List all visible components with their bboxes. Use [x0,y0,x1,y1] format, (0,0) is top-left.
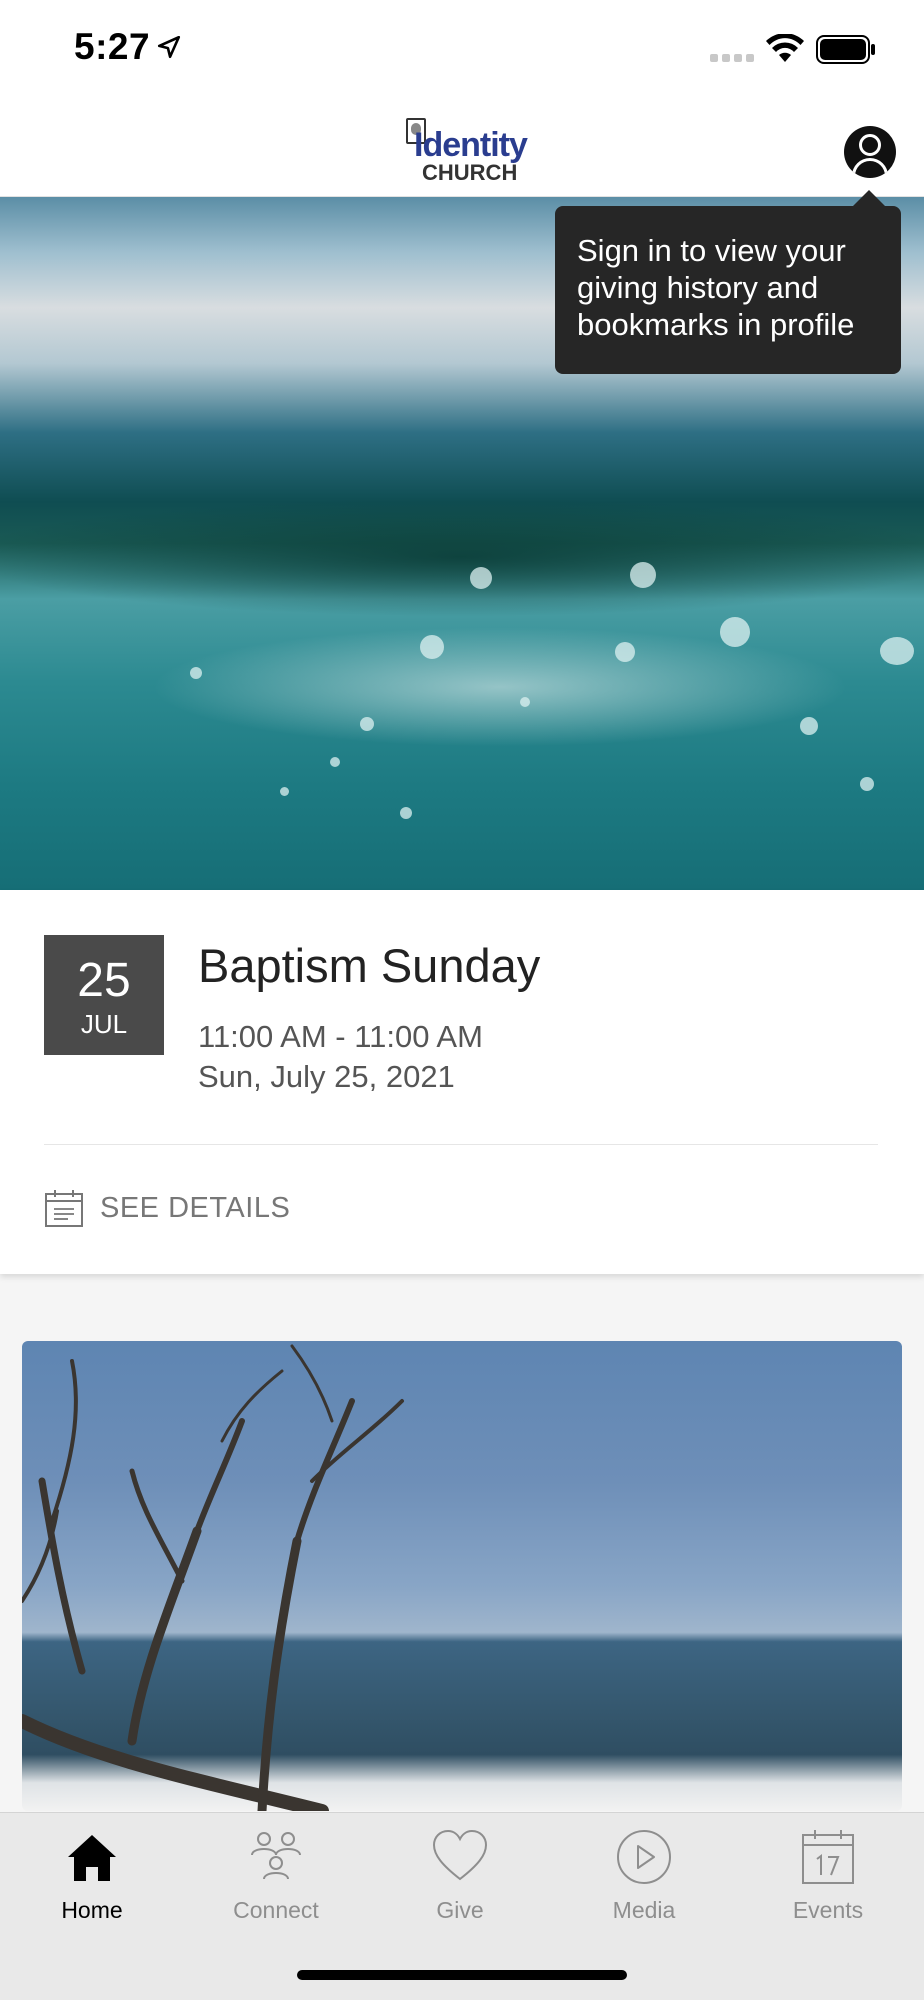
tab-events[interactable]: Events [736,1813,920,1943]
app-header: Identity CHURCH [0,100,924,197]
home-icon [68,1835,116,1881]
event-date: Sun, July 25, 2021 [198,1059,455,1094]
church-logo: Identity CHURCH [402,108,528,188]
heart-icon [432,1829,488,1881]
profile-button[interactable] [844,126,896,178]
event-day: 25 [77,954,131,1007]
tab-media-label: Media [612,1897,676,1923]
see-details-label: SEE DETAILS [100,1191,291,1224]
beach-tree-image-card[interactable] [22,1341,902,1811]
divider [44,1144,878,1145]
tab-give-label: Give [436,1897,484,1923]
tab-connect[interactable]: Connect [184,1813,368,1943]
home-indicator [297,1970,627,1980]
tab-give[interactable]: Give [368,1813,552,1943]
play-icon [617,1830,671,1884]
event-title: Baptism Sunday [198,939,541,992]
tab-connect-label: Connect [233,1897,319,1923]
location-arrow-icon [157,35,181,59]
event-month: JUL [80,1009,128,1039]
date-badge: 25 JUL [44,935,164,1055]
tab-media[interactable]: Media [552,1813,736,1943]
calendar-icon [802,1830,854,1884]
driftwood-tree-illustration [22,1344,404,1811]
wifi-icon [766,34,804,62]
see-details-button[interactable]: SEE DETAILS [44,1186,290,1230]
tab-home-label: Home [61,1897,123,1923]
calendar-details-icon [45,1190,83,1227]
status-bar: 5:27 [0,0,924,100]
tab-home[interactable]: Home [0,1813,184,1943]
tab-events-label: Events [792,1897,864,1923]
people-icon [251,1832,301,1880]
sign-in-tooltip[interactable]: Sign in to view your giving history and … [555,190,901,374]
logo-line2: CHURCH [422,160,518,185]
event-card[interactable]: 25 JUL Baptism Sunday 11:00 AM - 11:00 A… [0,890,924,1274]
status-time: 5:27 [74,26,151,67]
person-circle-icon [859,134,881,156]
event-time-range: 11:00 AM - 11:00 AM [198,1019,483,1054]
battery-icon [816,35,875,64]
signal-icon [710,54,756,64]
logo-line1: Identity [414,126,528,164]
